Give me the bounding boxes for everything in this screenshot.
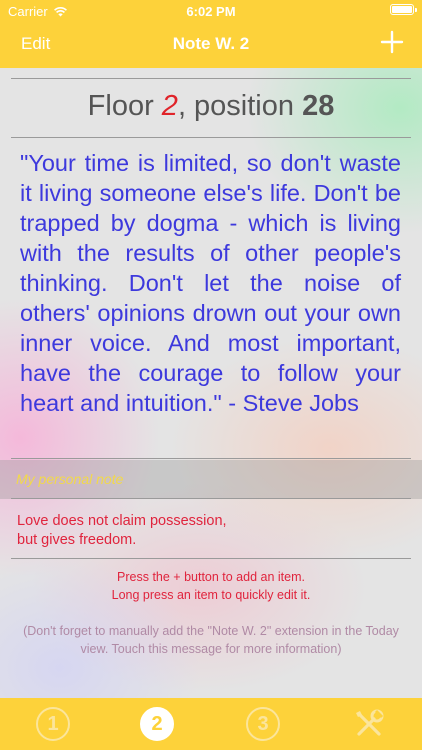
navigation-bar: Carrier 6:02 PM Edit Note W. 2 (0, 0, 422, 68)
plus-icon (380, 30, 404, 54)
extension-reminder[interactable]: (Don't forget to manually add the "Note … (18, 622, 404, 658)
divider (11, 78, 411, 79)
status-bar: Carrier 6:02 PM (0, 0, 422, 22)
help-line: Press the + button to add an item. (117, 570, 305, 584)
tab-floor-1[interactable]: 1 (36, 707, 70, 741)
personal-note-text[interactable]: Love does not claim possession, but give… (17, 512, 397, 550)
position-number: 28 (302, 90, 335, 122)
personal-note-label: My personal note (16, 471, 124, 487)
tab-settings[interactable] (352, 707, 386, 741)
divider (11, 458, 411, 459)
tools-icon (356, 709, 384, 736)
tab-bar: 1 2 3 (0, 698, 422, 750)
note-content[interactable]: Floor 2, position 28 "Your time is limit… (0, 68, 422, 698)
tab-floor-2[interactable]: 2 (140, 707, 174, 741)
clock: 6:02 PM (186, 4, 236, 19)
personal-note-line: but gives freedom. (17, 532, 137, 548)
add-button[interactable] (380, 30, 404, 54)
circled-2-icon: 2 (140, 707, 174, 741)
edit-button[interactable]: Edit (21, 34, 50, 54)
app-screen: Carrier 6:02 PM Edit Note W. 2 Floor 2, … (0, 0, 422, 750)
circled-1-icon: 1 (36, 707, 70, 741)
help-line: Long press an item to quickly edit it. (111, 588, 311, 602)
floor-prefix: Floor (87, 90, 162, 122)
battery-icon (390, 4, 417, 15)
quote-text[interactable]: "Your time is limited, so don't waste it… (20, 148, 401, 418)
divider (11, 498, 411, 499)
divider (11, 137, 411, 138)
floor-position-header: Floor 2, position 28 (0, 90, 422, 123)
circled-3-icon: 3 (246, 707, 280, 741)
tab-floor-3[interactable]: 3 (246, 707, 280, 741)
page-title: Note W. 2 (172, 34, 250, 53)
position-middle: , position (177, 90, 303, 122)
personal-note-header: My personal note (0, 460, 422, 499)
divider (11, 558, 411, 559)
help-text: Press the + button to add an item. Long … (0, 568, 422, 604)
floor-number: 2 (161, 90, 178, 122)
personal-note-line: Love does not claim possession, (17, 513, 227, 529)
